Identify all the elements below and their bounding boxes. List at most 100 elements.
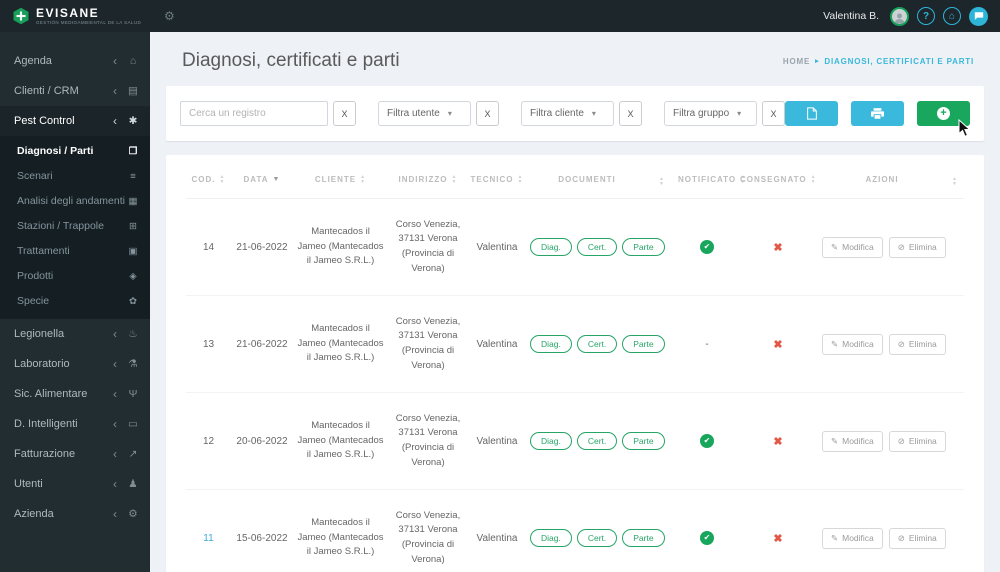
breadcrumb-home[interactable]: HOME: [783, 57, 810, 66]
edit-button[interactable]: ✎ Modifica: [822, 430, 883, 452]
print-button[interactable]: [851, 101, 904, 126]
table-header-row: COD. ▲ ▼ DATA ▼ CLIENTE ▲ ▼ INDIRIZZO ▲ ▼ TECNI…: [186, 161, 964, 199]
client-filter-select[interactable]: Filtra cliente ▾: [521, 101, 614, 126]
record-client: Mantecados il Jameo (Mantecados il Jameo…: [293, 392, 388, 490]
user-filter-select[interactable]: Filtra utente ▾: [378, 101, 471, 126]
submenu-item-prodotti[interactable]: Prodotti ◈: [0, 264, 150, 289]
column-header-unnamed[interactable]: ▲ ▼: [946, 161, 964, 199]
column-header-documenti[interactable]: DOCUMENTI: [526, 161, 648, 199]
sidebar-item-agenda[interactable]: Agenda ‹ ⌂: [0, 46, 150, 76]
table-row: 13 21-06-2022 Mantecados il Jameo (Mante…: [186, 295, 964, 393]
export-button[interactable]: [785, 101, 838, 126]
sidebar-item-laboratorio[interactable]: Laboratorio ‹ ⚗: [0, 349, 150, 379]
chevron-left-icon: ‹: [113, 387, 117, 401]
sidebar-item-azienda[interactable]: Azienda ‹ ⚙: [0, 499, 150, 529]
notified-dash: -: [705, 338, 709, 350]
edit-button[interactable]: ✎ Modifica: [822, 527, 883, 549]
products-box-icon: ◈: [129, 271, 137, 282]
sort-icon: ▲ ▼: [810, 174, 817, 185]
ban-icon: ⊘: [897, 338, 905, 349]
column-header-notificato[interactable]: NOTIFICATO ▲ ▼: [676, 161, 745, 199]
sidebar-item-d-intelligenti[interactable]: D. Intelligenti ‹ ▭: [0, 409, 150, 439]
mouse-cursor: [958, 119, 971, 137]
diag-button[interactable]: Diag.: [530, 432, 572, 450]
cert-button[interactable]: Cert.: [576, 432, 618, 450]
records-table: COD. ▲ ▼ DATA ▼ CLIENTE ▲ ▼ INDIRIZZO ▲ ▼ TECNI…: [186, 161, 964, 572]
cert-button[interactable]: Cert.: [576, 529, 618, 547]
record-technician: Valentina: [468, 489, 526, 572]
clear-client-filter-button[interactable]: X: [619, 101, 642, 126]
notified-check-icon: ✔: [700, 434, 714, 448]
plus-icon: +: [937, 107, 950, 120]
edit-icon: ✎: [831, 241, 839, 252]
delete-button[interactable]: ⊘ Elimina: [888, 236, 946, 258]
topbar-right: Valentina B. ? ⌂: [823, 6, 988, 26]
column-header-data[interactable]: DATA ▼: [231, 161, 293, 199]
sidebar-item-pest-control[interactable]: Pest Control ‹ ✱: [0, 106, 150, 136]
column-header-indirizzo[interactable]: INDIRIZZO ▲ ▼: [388, 161, 468, 199]
id-card-icon: ▤: [128, 85, 138, 97]
record-address: Corso Venezia, 37131 Verona (Provincia d…: [388, 295, 468, 393]
record-date: 15-06-2022: [231, 489, 293, 572]
cert-button[interactable]: Cert.: [576, 238, 618, 256]
gear-icon: ⚙: [128, 508, 138, 520]
search-input[interactable]: [180, 101, 328, 126]
submenu-item-analisi-andamenti[interactable]: Analisi degli andamenti ▦: [0, 189, 150, 214]
chevron-left-icon: ‹: [113, 507, 117, 521]
edit-button[interactable]: ✎ Modifica: [822, 333, 883, 355]
user-name[interactable]: Valentina B.: [823, 10, 879, 22]
sort-icon: ▲ ▼: [659, 176, 665, 187]
diag-button[interactable]: Diag.: [530, 335, 572, 353]
brand-tagline: GESTIÓN MEDIOAMBIENTAL DE LA SALUD: [36, 19, 142, 25]
clear-user-filter-button[interactable]: X: [476, 101, 499, 126]
sidebar-item-clienti-crm[interactable]: Clienti / CRM ‹ ▤: [0, 76, 150, 106]
delete-button[interactable]: ⊘ Elimina: [888, 430, 946, 452]
diag-button[interactable]: Diag.: [530, 238, 572, 256]
column-header-cod[interactable]: COD. ▲ ▼: [186, 161, 231, 199]
chat-button[interactable]: [969, 6, 988, 26]
sidebar-item-utenti[interactable]: Utenti ‹ ♟: [0, 469, 150, 499]
sidebar-item-sic-alimentare[interactable]: Sic. Alimentare ‹ Ψ: [0, 379, 150, 409]
brand-logo[interactable]: EVISANE GESTIÓN MEDIOAMBIENTAL DE LA SAL…: [12, 7, 150, 25]
column-header-consegnato[interactable]: CONSEGNATO ▲ ▼: [738, 161, 818, 199]
submenu-item-stazioni-trappole[interactable]: Stazioni / Trappole ⊞: [0, 214, 150, 239]
caret-down-icon: ▾: [737, 109, 742, 118]
submenu-item-specie[interactable]: Specie ✿: [0, 289, 150, 314]
sort-desc-icon: ▼: [272, 176, 281, 183]
cert-button[interactable]: Cert.: [576, 335, 618, 353]
sidebar-item-legionella[interactable]: Legionella ‹ ♨: [0, 319, 150, 349]
record-client: Mantecados il Jameo (Mantecados il Jameo…: [293, 489, 388, 572]
avatar[interactable]: [890, 6, 909, 26]
record-code: 12: [186, 392, 231, 490]
record-date: 21-06-2022: [231, 198, 293, 296]
breadcrumb: HOME ▸ DIAGNOSI, CERTIFICATI E PARTI: [783, 57, 974, 66]
submenu-item-scenari[interactable]: Scenari ≡: [0, 164, 150, 189]
delete-button[interactable]: ⊘ Elimina: [888, 527, 946, 549]
delete-button[interactable]: ⊘ Elimina: [888, 333, 946, 355]
parte-button[interactable]: Parte: [622, 238, 665, 256]
column-header-tecnico[interactable]: TECNICO ▲ ▼: [468, 161, 526, 199]
sidebar-item-fatturazione[interactable]: Fatturazione ‹ ↗: [0, 439, 150, 469]
file-icon: [806, 107, 817, 120]
parte-button[interactable]: Parte: [622, 432, 665, 450]
chevron-left-icon: ‹: [113, 477, 117, 491]
parte-button[interactable]: Parte: [622, 335, 665, 353]
column-header-cliente[interactable]: CLIENTE ▲ ▼: [293, 161, 388, 199]
record-technician: Valentina: [468, 295, 526, 393]
help-button[interactable]: ?: [917, 7, 935, 25]
gear-icon[interactable]: ⚙: [164, 9, 175, 23]
submenu-item-trattamenti[interactable]: Trattamenti ▣: [0, 239, 150, 264]
clear-search-button[interactable]: X: [333, 101, 356, 126]
clear-group-filter-button[interactable]: X: [762, 101, 785, 126]
diag-button[interactable]: Diag.: [530, 529, 572, 547]
edit-button[interactable]: ✎ Modifica: [822, 236, 883, 258]
record-code-link[interactable]: 11: [203, 533, 213, 544]
sort-icon: ▲ ▼: [219, 174, 226, 185]
submenu-item-diagnosi-parti[interactable]: Diagnosi / Parti ❐: [0, 139, 150, 164]
species-icon: ✿: [129, 296, 137, 307]
group-filter-select[interactable]: Filtra gruppo ▾: [664, 101, 757, 126]
parte-button[interactable]: Parte: [622, 529, 665, 547]
delivered-cross-icon: ✖: [773, 241, 783, 254]
column-header-unnamed[interactable]: ▲ ▼: [648, 161, 676, 199]
home-button[interactable]: ⌂: [943, 7, 961, 25]
